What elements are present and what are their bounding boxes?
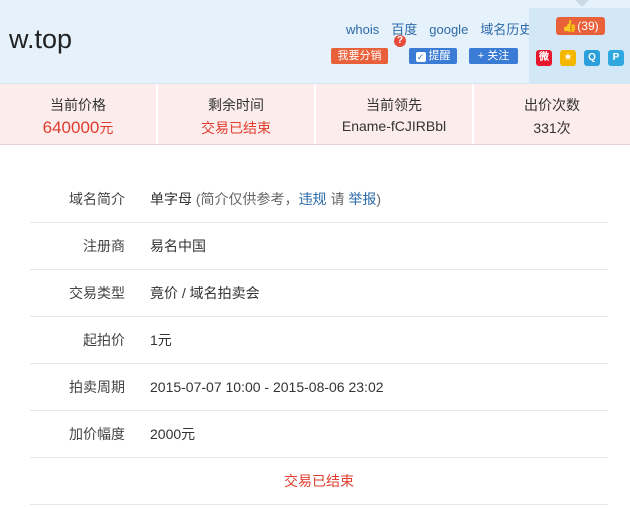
detail-key: 注册商	[83, 238, 125, 254]
period-value: 2015-07-07 10:00 - 2015-08-06 23:02	[150, 379, 384, 395]
detail-key: 交易类型	[69, 285, 125, 301]
thumbs-up-icon: 👍	[562, 19, 578, 33]
lookup-links: whois 百度 google 域名历史	[346, 19, 544, 38]
detail-row-intro: 域名简介 单字母 (简介仅供参考，违规 请 举报)	[30, 176, 608, 223]
detail-row-start-price: 起拍价 1元	[30, 317, 608, 364]
social-panel: 👍(39) 微 ★ Q P	[529, 8, 630, 84]
whois-link[interactable]: whois	[346, 22, 379, 37]
detail-key: 域名简介	[69, 191, 125, 207]
share-button[interactable]: 我要分销	[331, 48, 388, 64]
check-icon: ✓	[415, 52, 426, 62]
stat-bid-count: 出价次数 331次	[474, 84, 630, 144]
detail-row-period: 拍卖周期 2015-07-07 10:00 - 2015-08-06 23:02	[30, 364, 608, 411]
report-link[interactable]: 举报	[348, 191, 376, 207]
stat-label: 当前价格	[50, 97, 106, 113]
weibo-icon[interactable]: 微	[536, 50, 552, 66]
detail-row-increment: 加价幅度 2000元	[30, 411, 608, 458]
detail-key: 拍卖周期	[69, 379, 125, 395]
detail-row-registrar: 注册商 易名中国	[30, 223, 608, 270]
domain-details: 域名简介 单字母 (简介仅供参考，违规 请 举报) 注册商 易名中国 交易类型 …	[30, 176, 608, 505]
current-price-value: 640000	[42, 118, 100, 137]
increment-value: 2000元	[150, 426, 196, 442]
baidu-link[interactable]: 百度	[391, 22, 417, 37]
intro-please: 请	[326, 191, 349, 207]
google-link[interactable]: google	[429, 22, 468, 37]
stat-label: 出价次数	[524, 97, 580, 113]
stat-current-leader: 当前领先 Ename-fCJIRBbl	[316, 84, 474, 144]
intro-close: )	[376, 191, 382, 207]
type-value: 竟价 / 域名拍卖会	[150, 285, 260, 301]
follow-button[interactable]: + 关注	[469, 48, 518, 64]
detail-key: 起拍价	[83, 332, 125, 348]
stat-remaining-time: 剩余时间 交易已结束	[158, 84, 316, 144]
detail-row-type: 交易类型 竟价 / 域名拍卖会	[30, 270, 608, 317]
auction-stats: 当前价格 640000元 剩余时间 交易已结束 当前领先 Ename-fCJIR…	[0, 84, 630, 145]
remaining-time-value: 交易已结束	[201, 120, 271, 136]
start-price-value: 1元	[150, 332, 172, 348]
stat-current-price: 当前价格 640000元	[0, 84, 158, 144]
qq-icon[interactable]: Q	[584, 50, 600, 66]
bid-count-value: 331次	[533, 120, 571, 136]
panel-notch	[575, 0, 589, 7]
registrar-value: 易名中国	[150, 238, 206, 254]
like-button[interactable]: 👍(39)	[556, 17, 605, 35]
question-icon[interactable]: ?	[394, 35, 406, 47]
stat-label: 剩余时间	[208, 97, 264, 113]
remind-label: 提醒	[428, 50, 451, 62]
stat-label: 当前领先	[366, 97, 422, 113]
domain-history-link[interactable]: 域名历史	[480, 22, 532, 37]
intro-note: (简介仅供参考，	[195, 191, 299, 207]
current-price-unit: 元	[99, 120, 114, 136]
intro-value: 单字母	[150, 191, 192, 207]
qzone-icon[interactable]: ★	[560, 50, 576, 66]
current-leader-value: Ename-fCJIRBbl	[341, 118, 447, 134]
transaction-ended-status: 交易已结束	[30, 458, 608, 505]
violation-link[interactable]: 违规	[299, 191, 327, 207]
domain-title: w.top	[9, 24, 73, 54]
detail-key: 加价幅度	[69, 426, 125, 442]
remind-button[interactable]: ✓ 提醒	[409, 48, 457, 64]
like-count: (39)	[577, 19, 599, 33]
tencent-weibo-icon[interactable]: P	[608, 50, 624, 66]
